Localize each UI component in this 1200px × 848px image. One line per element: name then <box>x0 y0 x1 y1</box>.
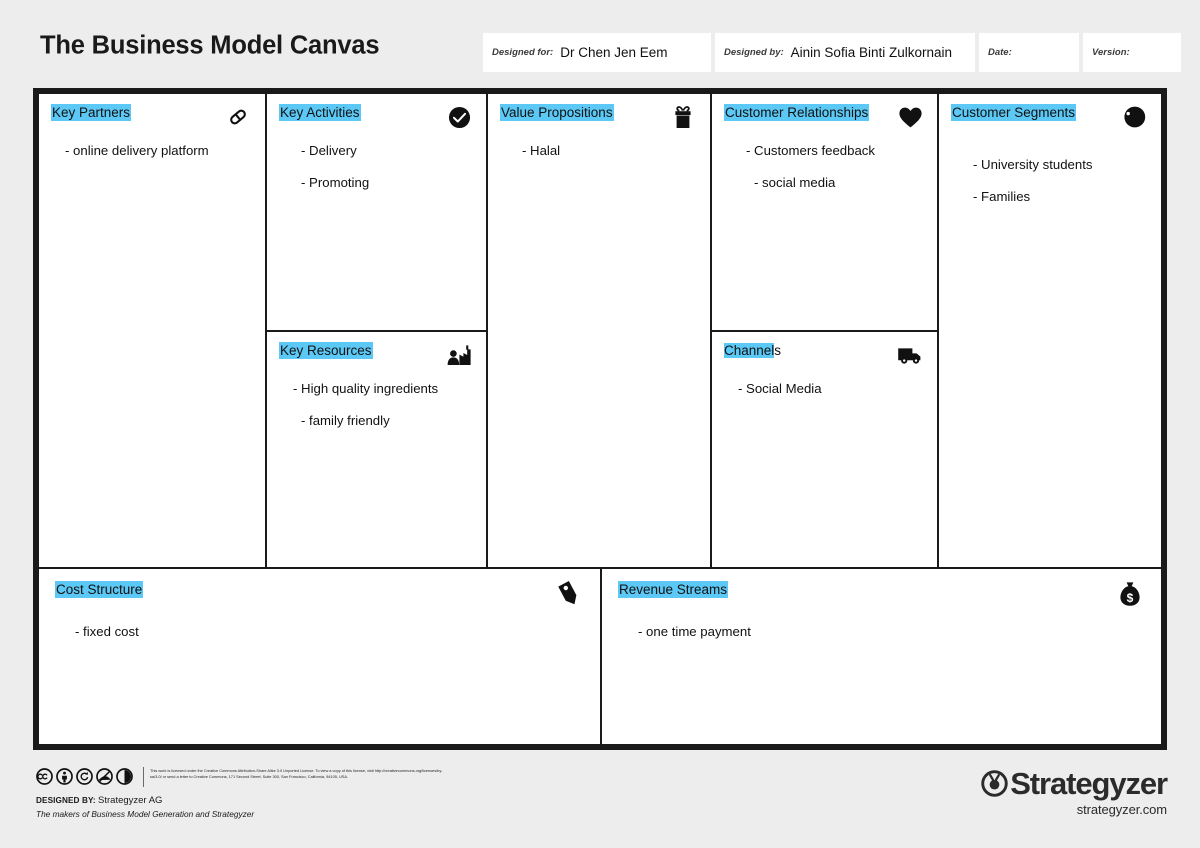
strategyzer-logo-icon <box>981 770 1008 797</box>
list-item: - Families <box>973 189 1031 205</box>
block-revenue-streams-title: Revenue Streams <box>618 581 729 599</box>
field-date-label: Date: <box>988 47 1012 58</box>
field-designed-for[interactable]: Designed for: Dr Chen Jen Eem <box>483 33 711 72</box>
field-designed-by[interactable]: Designed by: Ainin Sofia Binti Zulkornai… <box>715 33 975 72</box>
price-tag-icon <box>554 579 584 609</box>
block-key-resources-title: Key Resources <box>279 342 373 360</box>
heart-icon <box>895 102 925 132</box>
list-item: - family friendly <box>301 413 390 429</box>
footer-designed-by-label: DESIGNED BY: <box>36 796 96 805</box>
block-channels[interactable]: Channels - Social Media <box>711 331 938 568</box>
footer-designed-by: DESIGNED BY: Strategyzer AG <box>36 795 162 806</box>
block-customer-segments-title: Customer Segments <box>951 104 1077 122</box>
svg-text:$: $ <box>1127 591 1134 605</box>
license-text: This work is licensed under the Creative… <box>150 768 443 779</box>
check-circle-icon <box>444 102 474 132</box>
canvas-footer: This work is licensed under the Creative… <box>0 760 1200 848</box>
block-channels-title-highlight: Channel <box>724 343 775 358</box>
half-circle-icon <box>116 768 133 785</box>
non-commercial-icon <box>96 768 113 785</box>
field-designed-for-label: Designed for: <box>492 47 554 58</box>
block-customer-relationships-title: Customer Relationships <box>724 104 870 122</box>
person-head-icon <box>1119 102 1149 132</box>
list-item: - High quality ingredients <box>293 381 439 396</box>
field-designed-by-label: Designed by: <box>724 47 784 58</box>
attribution-icon <box>56 768 73 785</box>
list-item: - one time payment <box>638 624 751 639</box>
block-channels-title-rest: s <box>774 343 782 358</box>
factory-icon <box>444 340 474 370</box>
list-item: - Promoting <box>301 175 370 191</box>
strategyzer-url: strategyzer.com <box>1076 802 1167 817</box>
footer-divider <box>143 767 144 787</box>
block-value-propositions-title: Value Propositions <box>500 104 614 122</box>
list-item: - online delivery platform <box>65 143 209 158</box>
creative-commons-icon <box>36 768 53 785</box>
money-bag-icon: $ <box>1115 579 1145 609</box>
block-key-activities[interactable]: Key Activities - Delivery - Promoting <box>266 93 487 331</box>
share-alike-icon <box>76 768 93 785</box>
gift-icon <box>668 102 698 132</box>
block-channels-title: Channels <box>724 342 781 359</box>
block-key-activities-title: Key Activities <box>279 104 361 122</box>
block-key-partners[interactable]: Key Partners - online delivery platform <box>38 93 266 568</box>
footer-designed-by-value: Strategyzer AG <box>98 795 163 806</box>
field-designed-by-value: Ainin Sofia Binti Zulkornain <box>790 45 952 60</box>
list-item: - social media <box>754 175 836 191</box>
field-version-label: Version: <box>1092 47 1130 58</box>
field-designed-for-value: Dr Chen Jen Eem <box>560 45 668 60</box>
canvas-header: The Business Model Canvas Designed for: … <box>0 0 1200 88</box>
list-item: - Delivery <box>301 143 357 158</box>
list-item: - fixed cost <box>75 624 139 639</box>
block-key-resources[interactable]: Key Resources - High quality ingredients… <box>266 331 487 568</box>
list-item: - Social Media <box>738 381 822 396</box>
block-cost-structure-title: Cost Structure <box>55 581 144 599</box>
list-item: - Customers feedback <box>746 143 875 158</box>
block-customer-segments[interactable]: Customer Segments - University students … <box>938 93 1162 568</box>
header-meta-fields: Designed for: Dr Chen Jen Eem Designed b… <box>483 33 1181 72</box>
block-key-partners-title: Key Partners <box>51 104 132 122</box>
field-date[interactable]: Date: <box>979 33 1079 72</box>
block-value-propositions[interactable]: Value Propositions - Halal <box>487 93 711 568</box>
block-cost-structure[interactable]: Cost Structure - fixed cost <box>38 568 601 745</box>
strategyzer-brand-name: Strategyzer <box>1010 766 1168 801</box>
block-revenue-streams[interactable]: Revenue Streams $ - one time payment <box>601 568 1162 745</box>
truck-icon <box>895 340 925 370</box>
chain-link-icon <box>223 102 253 132</box>
page-title: The Business Model Canvas <box>40 31 380 60</box>
block-customer-relationships[interactable]: Customer Relationships - Customers feedb… <box>711 93 938 331</box>
list-item: - University students <box>973 157 1093 172</box>
creative-commons-badges <box>36 768 133 785</box>
field-version[interactable]: Version: <box>1083 33 1181 72</box>
list-item: - Halal <box>522 143 561 158</box>
business-model-canvas: Key Partners - online delivery platform … <box>33 88 1167 750</box>
footer-makers: The makers of Business Model Generation … <box>36 809 255 819</box>
strategyzer-brand[interactable]: Strategyzer strategyzer.com <box>981 766 1168 817</box>
